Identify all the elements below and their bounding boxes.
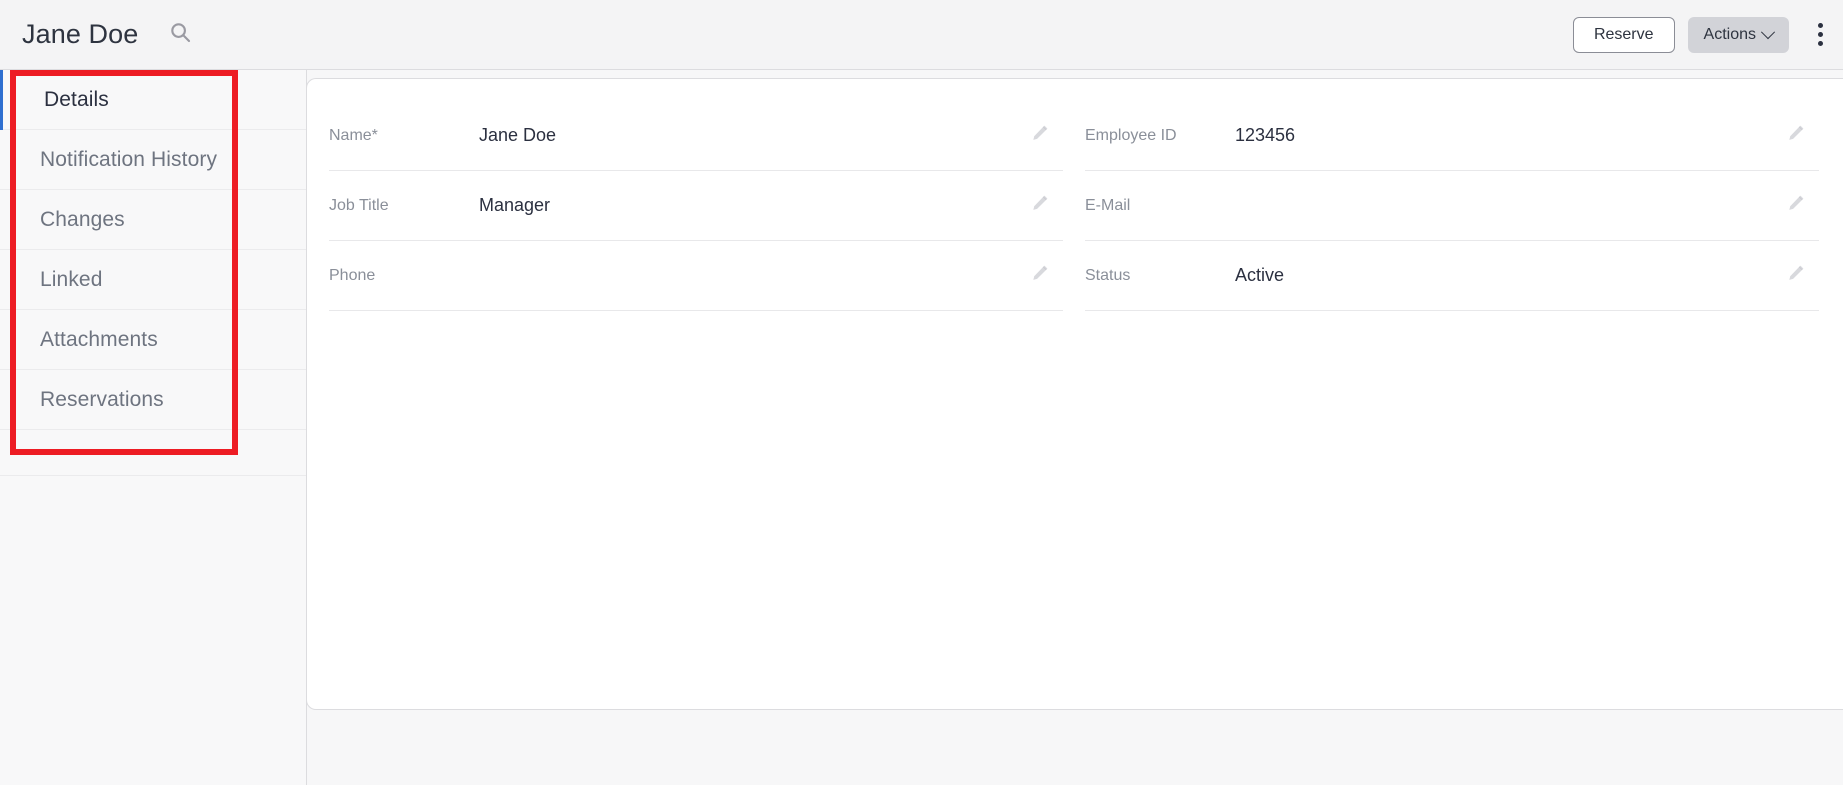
sidebar-nav: Details Notification History Changes Lin… <box>0 70 307 785</box>
kebab-dot <box>1818 32 1823 37</box>
actions-button-label: Actions <box>1704 26 1756 44</box>
edit-phone-button[interactable] <box>1025 261 1055 291</box>
sidebar-item-label: Details <box>44 88 109 112</box>
edit-employee-id-button[interactable] <box>1781 121 1811 151</box>
sidebar-item-reservations[interactable]: Reservations <box>0 370 306 430</box>
chevron-down-icon <box>1761 25 1775 39</box>
field-value: Jane Doe <box>479 125 1025 146</box>
details-panel: Name* Jane Doe Job Title Manager <box>306 78 1843 710</box>
sidebar-item-linked[interactable]: Linked <box>0 250 306 310</box>
field-label: Phone <box>329 267 479 285</box>
edit-status-button[interactable] <box>1781 261 1811 291</box>
edit-name-button[interactable] <box>1025 121 1055 151</box>
field-row-job-title: Job Title Manager <box>329 171 1063 241</box>
sidebar-item-label: Attachments <box>40 328 158 352</box>
edit-job-title-button[interactable] <box>1025 191 1055 221</box>
sidebar-item-label: Linked <box>40 268 102 292</box>
sidebar-item-changes[interactable]: Changes <box>0 190 306 250</box>
details-left-column: Name* Jane Doe Job Title Manager <box>329 101 1063 311</box>
more-vertical-icon[interactable] <box>1803 15 1837 55</box>
field-row-name: Name* Jane Doe <box>329 101 1063 171</box>
pencil-icon <box>1786 263 1806 288</box>
sidebar-item-details[interactable]: Details <box>0 70 306 130</box>
field-row-phone: Phone <box>329 241 1063 311</box>
kebab-dot <box>1818 41 1823 46</box>
field-row-status: Status Active <box>1085 241 1819 311</box>
edit-email-button[interactable] <box>1781 191 1811 221</box>
field-value: Active <box>1235 265 1781 286</box>
field-row-employee-id: Employee ID 123456 <box>1085 101 1819 171</box>
actions-button[interactable]: Actions <box>1688 17 1789 53</box>
sidebar-item-label: Notification History <box>40 148 217 172</box>
field-row-email: E-Mail <box>1085 171 1819 241</box>
search-icon <box>170 22 191 48</box>
app-header: Jane Doe Reserve Actions <box>0 0 1843 70</box>
pencil-icon <box>1786 123 1806 148</box>
field-value: Manager <box>479 195 1025 216</box>
page-title: Jane Doe <box>22 19 138 50</box>
field-label: Employee ID <box>1085 127 1235 145</box>
pencil-icon <box>1030 263 1050 288</box>
details-field-grid: Name* Jane Doe Job Title Manager <box>329 101 1819 311</box>
sidebar-item-attachments[interactable]: Attachments <box>0 310 306 370</box>
field-label: E-Mail <box>1085 197 1235 215</box>
pencil-icon <box>1786 193 1806 218</box>
search-button[interactable] <box>164 19 196 51</box>
pencil-icon <box>1030 193 1050 218</box>
kebab-dot <box>1818 23 1823 28</box>
sidebar-empty-row <box>0 430 306 476</box>
field-label: Job Title <box>329 197 479 215</box>
sidebar-item-notification-history[interactable]: Notification History <box>0 130 306 190</box>
field-label: Name* <box>329 127 479 145</box>
pencil-icon <box>1030 123 1050 148</box>
details-right-column: Employee ID 123456 E-Mail <box>1085 101 1819 311</box>
field-label: Status <box>1085 267 1235 285</box>
sidebar-item-label: Changes <box>40 208 125 232</box>
field-value: 123456 <box>1235 125 1781 146</box>
sidebar-item-label: Reservations <box>40 388 164 412</box>
reserve-button[interactable]: Reserve <box>1573 17 1675 53</box>
